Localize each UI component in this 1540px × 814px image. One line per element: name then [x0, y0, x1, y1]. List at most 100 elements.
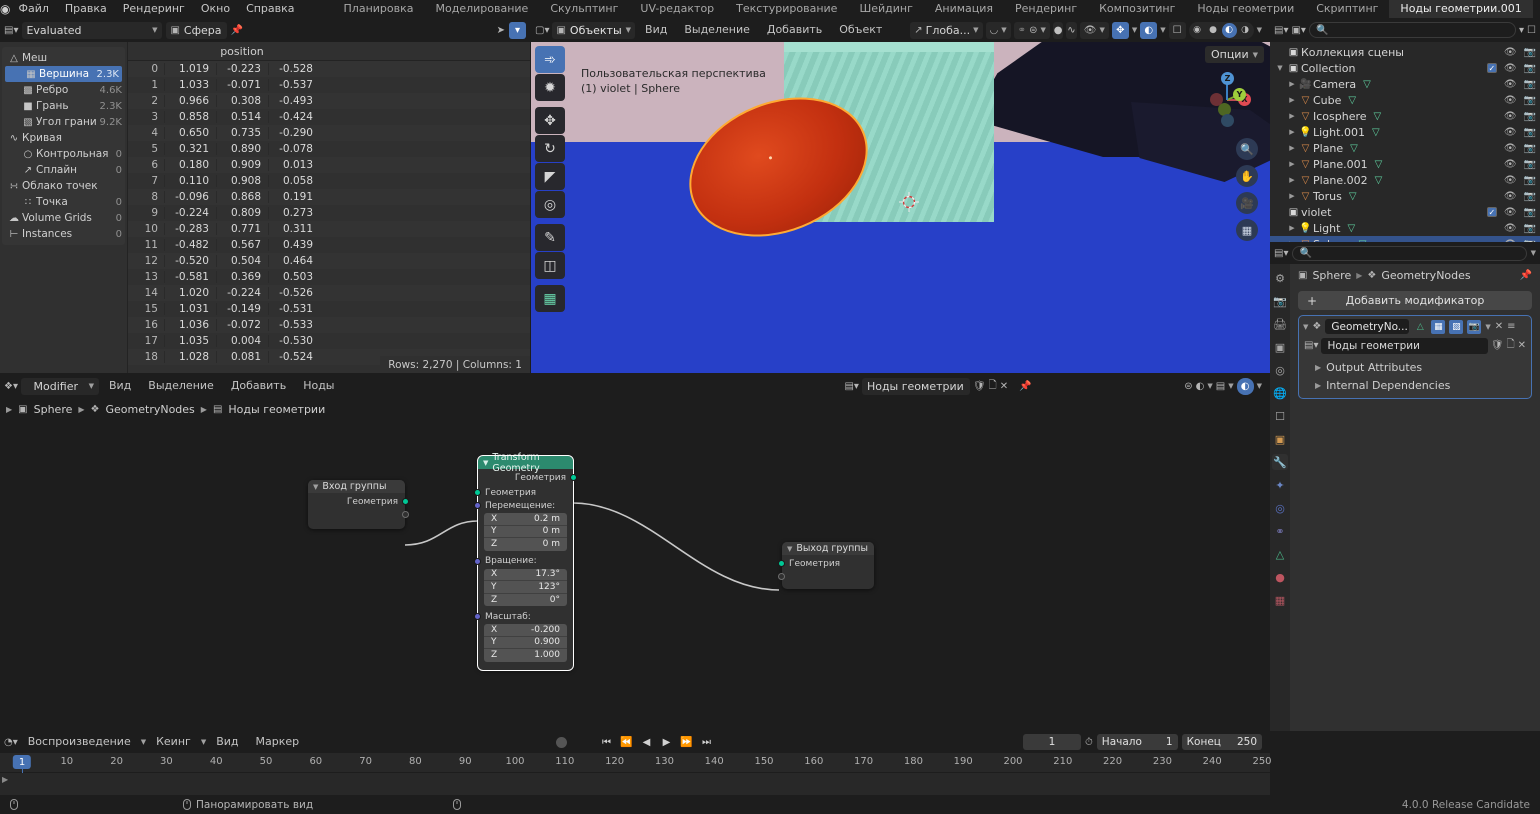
cursor-icon[interactable]: ✹ — [535, 74, 565, 101]
dataset-row-mesh[interactable]: △ Меш — [2, 50, 125, 66]
timeline-menu-keying[interactable]: Кеинг — [149, 730, 198, 754]
chevron-down-icon[interactable]: ▼ — [1531, 249, 1536, 257]
exclude-checkbox[interactable]: ✓ — [1487, 63, 1497, 73]
prev-keyframe-icon[interactable]: ⏪ — [619, 737, 634, 748]
editmode-toggle-icon[interactable]: ▦ — [1431, 320, 1445, 334]
add-workspace-button[interactable]: + — [1533, 3, 1540, 16]
disclosure-triangle-icon[interactable]: ▶ — [1286, 192, 1298, 200]
disclosure-triangle-icon[interactable]: ▶ — [1286, 80, 1298, 88]
timeline-editor-type-icon[interactable]: ◔▾ — [4, 737, 18, 748]
rotate-icon[interactable]: ↻ — [535, 135, 565, 162]
render-toggle-icon[interactable]: 📷 — [1467, 320, 1481, 334]
chevron-down-icon[interactable]: ▼ — [313, 483, 318, 491]
node-transform-geometry[interactable]: ▼ Transform Geometry Геометрия Геометрия — [478, 456, 573, 670]
vector-socket-rotation[interactable] — [474, 558, 481, 565]
play-reverse-icon[interactable]: ◀ — [639, 737, 654, 748]
outliner-item-camera[interactable]: ▶🎥Camera▽👁📷 — [1270, 76, 1540, 92]
tab-material[interactable]: ● — [1272, 569, 1288, 585]
disable-render-icon[interactable]: 📷 — [1524, 223, 1536, 234]
table-row[interactable]: 8-0.0960.8680.191 — [128, 189, 530, 205]
node-menu-view[interactable]: Вид — [102, 374, 138, 398]
tab-viewlayer[interactable]: ▣ — [1272, 339, 1288, 355]
overlays-toggle-icon[interactable]: ◐ — [1140, 22, 1157, 39]
snap-dropdown[interactable]: ⚭ ⊜ ▼ — [1014, 22, 1050, 39]
jump-end-icon[interactable]: ⏭ — [699, 737, 714, 748]
workspace-tab-modeling[interactable]: Моделирование — [425, 0, 540, 18]
node-header-group-input[interactable]: ▼ Вход группы — [308, 480, 405, 493]
gizmo-toggle-icon[interactable]: ✥ — [1112, 22, 1129, 39]
socket-row-geometry-in[interactable]: Геометрия — [782, 557, 874, 570]
node-editor-type-icon[interactable]: ❖▾ — [4, 381, 18, 392]
tab-texture[interactable]: ▦ — [1272, 592, 1288, 608]
disclosure-triangle-icon[interactable]: ▶ — [1286, 128, 1298, 136]
unlink-icon[interactable]: ✕ — [1518, 340, 1526, 351]
node-shading-icon[interactable]: ◐ — [1237, 378, 1254, 395]
node-menu-select[interactable]: Выделение — [141, 374, 221, 398]
geometry-socket[interactable] — [402, 498, 409, 505]
close-icon[interactable]: ✕ — [1495, 321, 1503, 332]
breadcrumb-modifier[interactable]: GeometryNodes — [1381, 269, 1470, 282]
outliner-item-plane-002[interactable]: ▶▽Plane.002▽👁📷 — [1270, 172, 1540, 188]
disclosure-triangle-icon[interactable]: ▶ — [1286, 96, 1298, 104]
duplicate-icon[interactable]: 🗋 — [989, 378, 997, 395]
light-data-icon[interactable]: ▽ — [1372, 127, 1380, 138]
exclude-checkbox[interactable]: ✓ — [1487, 207, 1497, 217]
node-editor-mode-dropdown[interactable]: Modifier ▼ — [21, 378, 99, 395]
timeline-menu-playback[interactable]: Воспроизведение — [21, 730, 138, 754]
dataset-row-pointcloud[interactable]: ∺ Облако точек — [2, 178, 125, 194]
shading-wireframe-icon[interactable]: ◉ — [1190, 23, 1205, 38]
overlays-node-icon[interactable]: ◐ — [1196, 381, 1205, 392]
workspace-tab-scripting[interactable]: Скриптинг — [1305, 0, 1389, 18]
pin-icon[interactable]: 📌 — [1520, 270, 1532, 281]
modifier-extras-icon[interactable]: ▼ — [1485, 323, 1490, 331]
pin-icon[interactable]: 📌 — [231, 25, 243, 36]
realtime-toggle-icon[interactable]: ▧ — [1449, 320, 1463, 334]
table-row[interactable]: 171.0350.004-0.530 — [128, 333, 530, 349]
disable-render-icon[interactable]: 📷 — [1524, 207, 1536, 218]
workspace-tab-shading[interactable]: Шейдинг — [848, 0, 923, 18]
node-editor-nodegroup-field[interactable]: Ноды геометрии — [862, 378, 970, 395]
dataset-row-curve[interactable]: ∿ Кривая — [2, 130, 125, 146]
viewport-mode-dropdown[interactable]: ▣ Объекты ▼ — [552, 22, 635, 39]
spreadsheet-object-field[interactable]: ▣ Сфера — [166, 22, 226, 39]
disable-render-icon[interactable]: 📷 — [1524, 159, 1536, 170]
vector-socket-translation[interactable] — [474, 502, 481, 509]
dataset-row-point[interactable]: ∷ Точка 0 — [2, 194, 125, 210]
filter-icon[interactable]: ▾ — [509, 22, 526, 39]
table-row[interactable]: 70.1100.9080.058 — [128, 173, 530, 189]
shading-solid-icon[interactable]: ● — [1206, 23, 1221, 38]
table-row[interactable]: 10-0.2830.7710.311 — [128, 221, 530, 237]
breadcrumb-modifier[interactable]: GeometryNodes — [106, 403, 195, 416]
snap-node-icon[interactable]: ⊜ — [1184, 381, 1192, 392]
hide-viewport-icon[interactable]: 👁 — [1504, 95, 1517, 106]
frame-start-field[interactable]: Начало 1 — [1097, 734, 1178, 750]
panel-internal-dependencies[interactable]: ▶ Internal Dependencies — [1299, 376, 1531, 394]
disclosure-triangle-icon[interactable]: ▶ — [1286, 176, 1298, 184]
dataset-row-volume-grids[interactable]: ☁ Volume Grids 0 — [2, 210, 125, 226]
outliner-filter-icon[interactable]: ▾ — [1519, 25, 1524, 36]
shading-material-icon[interactable]: ◐ — [1222, 23, 1237, 38]
dataset-row-face-corner[interactable]: ▧ Угол грани 9.2K — [2, 114, 125, 130]
breadcrumb-nodetree[interactable]: Ноды геометрии — [228, 403, 325, 416]
proportional-edit-icon[interactable]: ● — [1053, 22, 1063, 39]
socket-row-geometry-output[interactable]: Геометрия — [478, 471, 573, 484]
tab-world[interactable]: 🌐 — [1272, 385, 1288, 401]
workspace-tab-compositing[interactable]: Композитинг — [1088, 0, 1186, 18]
workspace-tab-texturing[interactable]: Текстурирование — [725, 0, 848, 18]
chevron-down-icon[interactable]: ▼ — [787, 545, 792, 553]
outliner-item-plane-001[interactable]: ▶▽Plane.001▽👁📷 — [1270, 156, 1540, 172]
outliner-item-torus[interactable]: ▶▽Torus▽👁📷 — [1270, 188, 1540, 204]
timeline-playhead[interactable]: 1 — [13, 755, 31, 769]
outliner-editor-type-icon[interactable]: ▤▾ — [1274, 25, 1288, 36]
workspace-tab-uvediting[interactable]: UV-редактор — [629, 0, 725, 18]
hide-viewport-icon[interactable]: 👁 — [1504, 207, 1517, 218]
add-cube-icon[interactable]: ▦ — [535, 285, 565, 312]
properties-search-input[interactable]: 🔍 — [1292, 246, 1526, 261]
outliner-item-light[interactable]: ▶💡Light▽👁📷 — [1270, 220, 1540, 236]
geometry-socket-out[interactable] — [570, 474, 577, 481]
hide-viewport-icon[interactable]: 👁 — [1504, 111, 1517, 122]
navigation-gizmo[interactable]: X Y Z — [1198, 70, 1256, 128]
breadcrumb-object[interactable]: Sphere — [1312, 269, 1351, 282]
workspace-tab-animation[interactable]: Анимация — [924, 0, 1004, 18]
visibility-dropdown[interactable]: 👁 ▼ — [1080, 22, 1109, 39]
